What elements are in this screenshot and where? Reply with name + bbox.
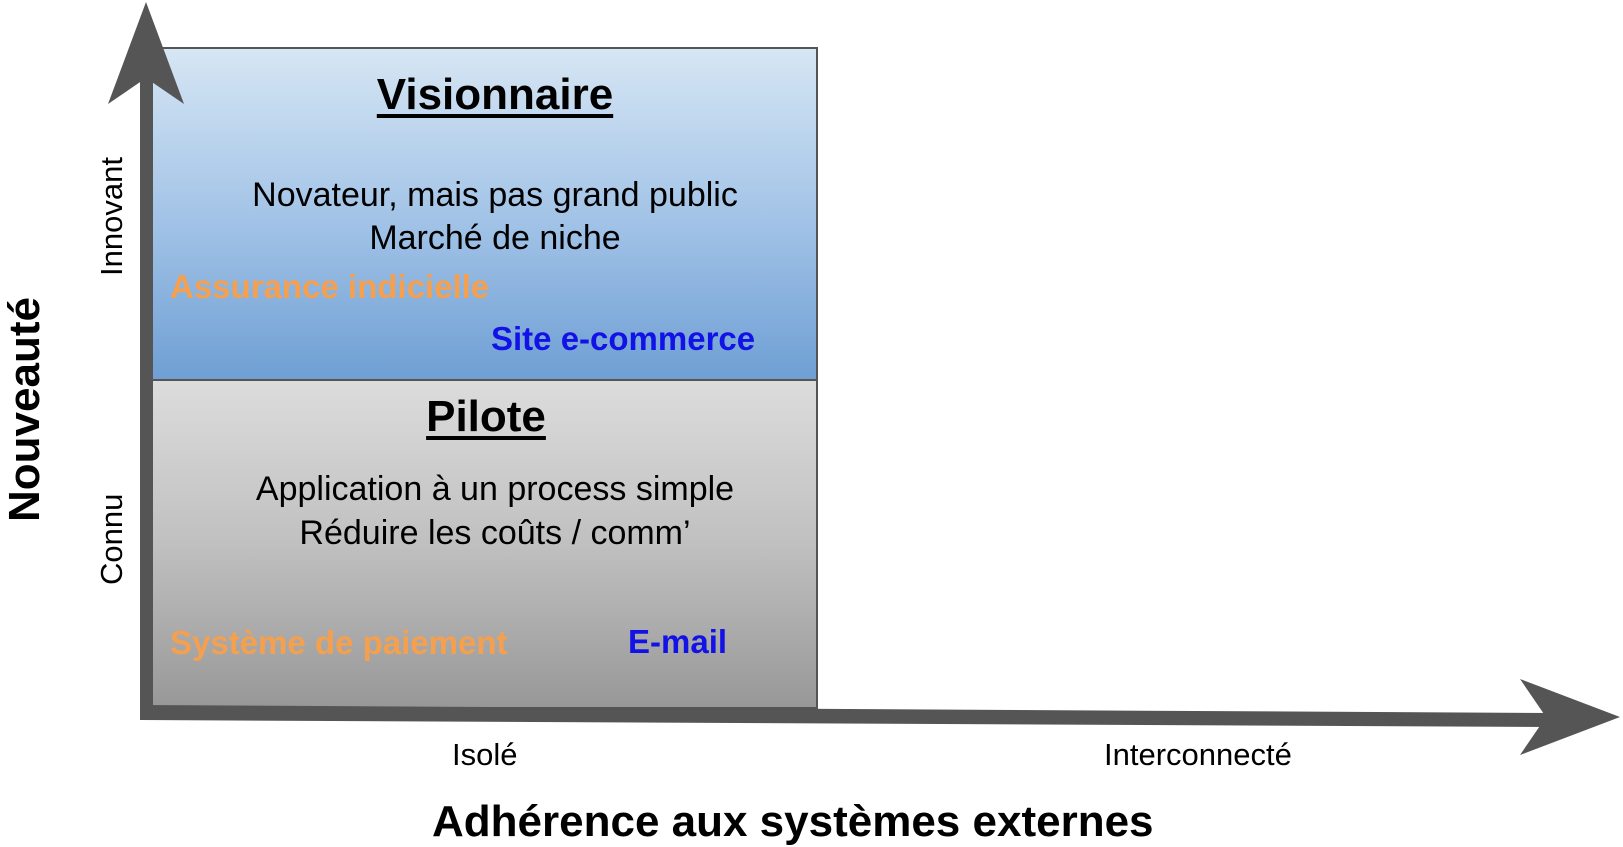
quadrant-title-visionnaire: Visionnaire xyxy=(376,70,614,119)
y-axis-title: Nouveauté xyxy=(0,297,49,522)
quadrant-desc-visionnaire-1: Novateur, mais pas grand public xyxy=(252,176,738,214)
x-tick-isole: Isolé xyxy=(452,737,518,772)
axes xyxy=(108,2,1620,755)
tag-assurance-indicielle: Assurance indicielle xyxy=(170,268,490,305)
y-tick-connu: Connu xyxy=(94,493,129,585)
x-axis-title: Adhérence aux systèmes externes xyxy=(432,797,1154,846)
quadrant-desc-pilote-2: Réduire les coûts / comm’ xyxy=(299,514,691,552)
y-axis-line xyxy=(140,60,153,718)
quadrant-desc-pilote-1: Application à un process simple xyxy=(255,470,735,508)
quadrant-desc-visionnaire-2: Marché de niche xyxy=(369,219,621,257)
y-tick-innovant: Innovant xyxy=(94,157,129,276)
x-axis-line xyxy=(140,705,1550,727)
tag-systeme-de-paiement: Système de paiement xyxy=(170,624,508,661)
quadrant-title-pilote: Pilote xyxy=(426,392,546,441)
tag-site-e-commerce: Site e-commerce xyxy=(491,320,756,357)
x-tick-interconnecte: Interconnecté xyxy=(1104,737,1292,772)
tag-e-mail: E-mail xyxy=(628,623,728,660)
